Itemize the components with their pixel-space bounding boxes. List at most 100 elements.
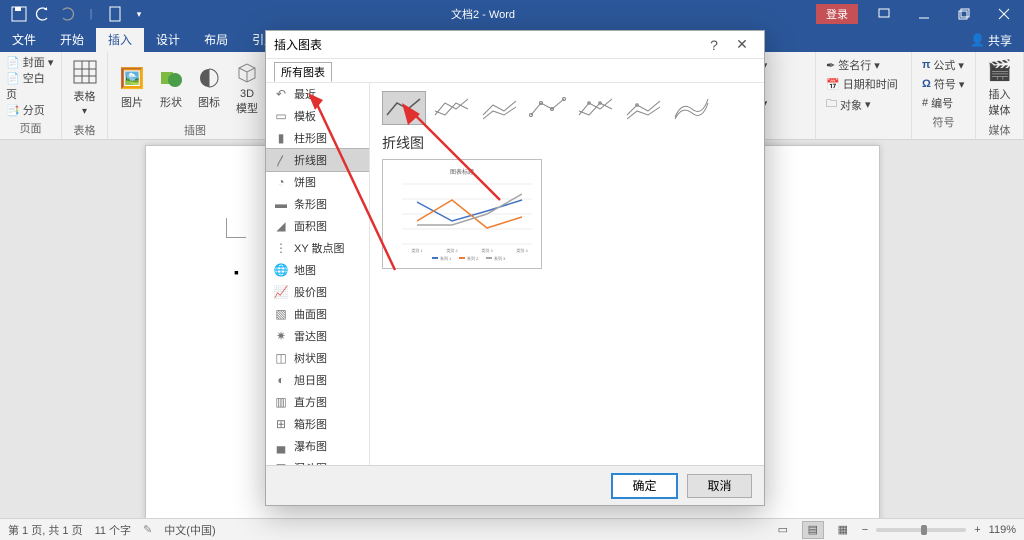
svg-text:系列 1: 系列 1	[440, 255, 452, 261]
table-button[interactable]: 表格▾	[68, 54, 101, 120]
qat-more-icon[interactable]: ▾	[128, 3, 150, 25]
page-break-button[interactable]: 📑 分页	[6, 102, 45, 118]
qat-sep: |	[80, 3, 102, 25]
save-icon[interactable]	[8, 3, 30, 25]
chart-category-16[interactable]: ▄瀑布图	[266, 435, 369, 457]
cover-page-button[interactable]: 📄 封面 ▾	[6, 54, 53, 70]
login-button[interactable]: 登录	[816, 4, 858, 24]
chart-preview-box[interactable]: 图表标题 类别 1 类别 2 类别 3 类别 4 系列 1 系	[382, 159, 542, 269]
dialog-help-icon[interactable]: ?	[700, 33, 728, 57]
redo-icon[interactable]	[56, 3, 78, 25]
chart-category-6[interactable]: ◢面积图	[266, 215, 369, 237]
chart-category-14[interactable]: ▥直方图	[266, 391, 369, 413]
icons-button[interactable]: 图标	[192, 54, 226, 120]
signature-button[interactable]: ✒ 签名行 ▾	[822, 56, 905, 74]
chart-category-17[interactable]: ▽漏斗图	[266, 457, 369, 465]
text-cursor: ▪	[234, 264, 239, 280]
chart-subtype-3[interactable]	[526, 91, 570, 125]
chart-subtype-6[interactable]	[670, 91, 714, 125]
3d-models-button[interactable]: 3D 模型	[230, 54, 264, 120]
chart-subtype-1[interactable]	[430, 91, 474, 125]
zoom-out-icon[interactable]: −	[862, 524, 868, 536]
category-icon: ▄	[274, 439, 288, 453]
chart-title-text: 图表标题	[450, 168, 474, 176]
zoom-level[interactable]: 119%	[989, 524, 1016, 536]
chart-category-3[interactable]: 〳折线图	[266, 149, 369, 171]
category-icon: ▧	[274, 307, 288, 321]
category-icon: ◔	[274, 175, 288, 189]
chart-category-2[interactable]: ▮柱形图	[266, 127, 369, 149]
tab-file[interactable]: 文件	[0, 28, 48, 52]
category-icon: ◐	[274, 373, 288, 387]
dialog-close-icon[interactable]: ✕	[728, 33, 756, 57]
category-icon: ↶	[274, 87, 288, 101]
zoom-in-icon[interactable]: +	[974, 524, 980, 536]
group-label-pages: 页面	[6, 118, 55, 138]
chart-subtype-4[interactable]	[574, 91, 618, 125]
cancel-button[interactable]: 取消	[687, 474, 752, 498]
number-button[interactable]: # 编号	[918, 94, 969, 112]
ribbon-display-icon[interactable]	[864, 0, 904, 28]
status-words[interactable]: 11 个字	[95, 522, 131, 538]
all-charts-tab[interactable]: 所有图表	[274, 62, 332, 82]
category-icon: ▭	[274, 109, 288, 123]
minimize-icon[interactable]	[904, 0, 944, 28]
svg-text:类别 1: 类别 1	[411, 247, 423, 253]
chart-category-12[interactable]: ◫树状图	[266, 347, 369, 369]
svg-text:类别 4: 类别 4	[516, 247, 528, 253]
media-button[interactable]: 🎬插入 媒体	[982, 54, 1017, 120]
category-icon: ◢	[274, 219, 288, 233]
preview-heading: 折线图	[382, 133, 752, 153]
view-read-icon[interactable]: ▭	[772, 521, 794, 539]
chart-subtype-5[interactable]	[622, 91, 666, 125]
group-label-illust: 插图	[114, 120, 276, 140]
category-icon: 🌐	[274, 263, 288, 277]
category-icon: ⋮	[274, 241, 288, 255]
view-web-icon[interactable]: ▦	[832, 521, 854, 539]
chart-category-7[interactable]: ⋮XY 散点图	[266, 237, 369, 259]
blank-page-button[interactable]: 📄 空白页	[6, 70, 55, 102]
tab-insert[interactable]: 插入	[96, 28, 144, 52]
chart-category-4[interactable]: ◔饼图	[266, 171, 369, 193]
status-proof-icon[interactable]: ✎	[143, 523, 152, 536]
close-icon[interactable]	[984, 0, 1024, 28]
chart-category-list: ↶最近▭模板▮柱形图〳折线图◔饼图▬条形图◢面积图⋮XY 散点图🌐地图📈股价图▧…	[266, 83, 370, 465]
chart-category-9[interactable]: 📈股价图	[266, 281, 369, 303]
touch-icon[interactable]	[104, 3, 126, 25]
ok-button[interactable]: 确定	[612, 474, 677, 498]
status-lang[interactable]: 中文(中国)	[164, 522, 215, 538]
restore-icon[interactable]	[944, 0, 984, 28]
chart-subtype-0[interactable]	[382, 91, 426, 125]
tab-home[interactable]: 开始	[48, 28, 96, 52]
object-button[interactable]: 🗀 对象 ▾	[822, 94, 905, 115]
group-label-symbols: 符号	[918, 112, 969, 132]
share-button[interactable]: 👤共享	[958, 28, 1024, 52]
category-icon: 📈	[274, 285, 288, 299]
undo-icon[interactable]	[32, 3, 54, 25]
datetime-button[interactable]: 📅 日期和时间	[822, 75, 905, 93]
view-print-icon[interactable]: ▤	[802, 521, 824, 539]
chart-subtype-2[interactable]	[478, 91, 522, 125]
chart-category-5[interactable]: ▬条形图	[266, 193, 369, 215]
symbol-button[interactable]: Ω 符号 ▾	[918, 75, 969, 93]
chart-category-0[interactable]: ↶最近	[266, 83, 369, 105]
chart-category-13[interactable]: ◐旭日图	[266, 369, 369, 391]
svg-text:类别 2: 类别 2	[446, 247, 458, 253]
pictures-button[interactable]: 🖼️图片	[114, 54, 150, 120]
chart-category-10[interactable]: ▧曲面图	[266, 303, 369, 325]
margin-corner-icon	[226, 218, 246, 238]
tab-layout[interactable]: 布局	[192, 28, 240, 52]
chart-category-15[interactable]: ⊞箱形图	[266, 413, 369, 435]
category-icon: 〳	[274, 153, 288, 167]
shapes-button[interactable]: 形状	[154, 54, 188, 120]
zoom-slider[interactable]	[876, 528, 966, 532]
chart-category-11[interactable]: ✷雷达图	[266, 325, 369, 347]
chart-category-1[interactable]: ▭模板	[266, 105, 369, 127]
category-icon: ▥	[274, 395, 288, 409]
chart-category-8[interactable]: 🌐地图	[266, 259, 369, 281]
tab-design[interactable]: 设计	[144, 28, 192, 52]
svg-text:类别 3: 类别 3	[481, 247, 493, 253]
status-page[interactable]: 第 1 页, 共 1 页	[8, 522, 83, 538]
category-icon: ▬	[274, 197, 288, 211]
equation-button[interactable]: π 公式 ▾	[918, 56, 969, 74]
